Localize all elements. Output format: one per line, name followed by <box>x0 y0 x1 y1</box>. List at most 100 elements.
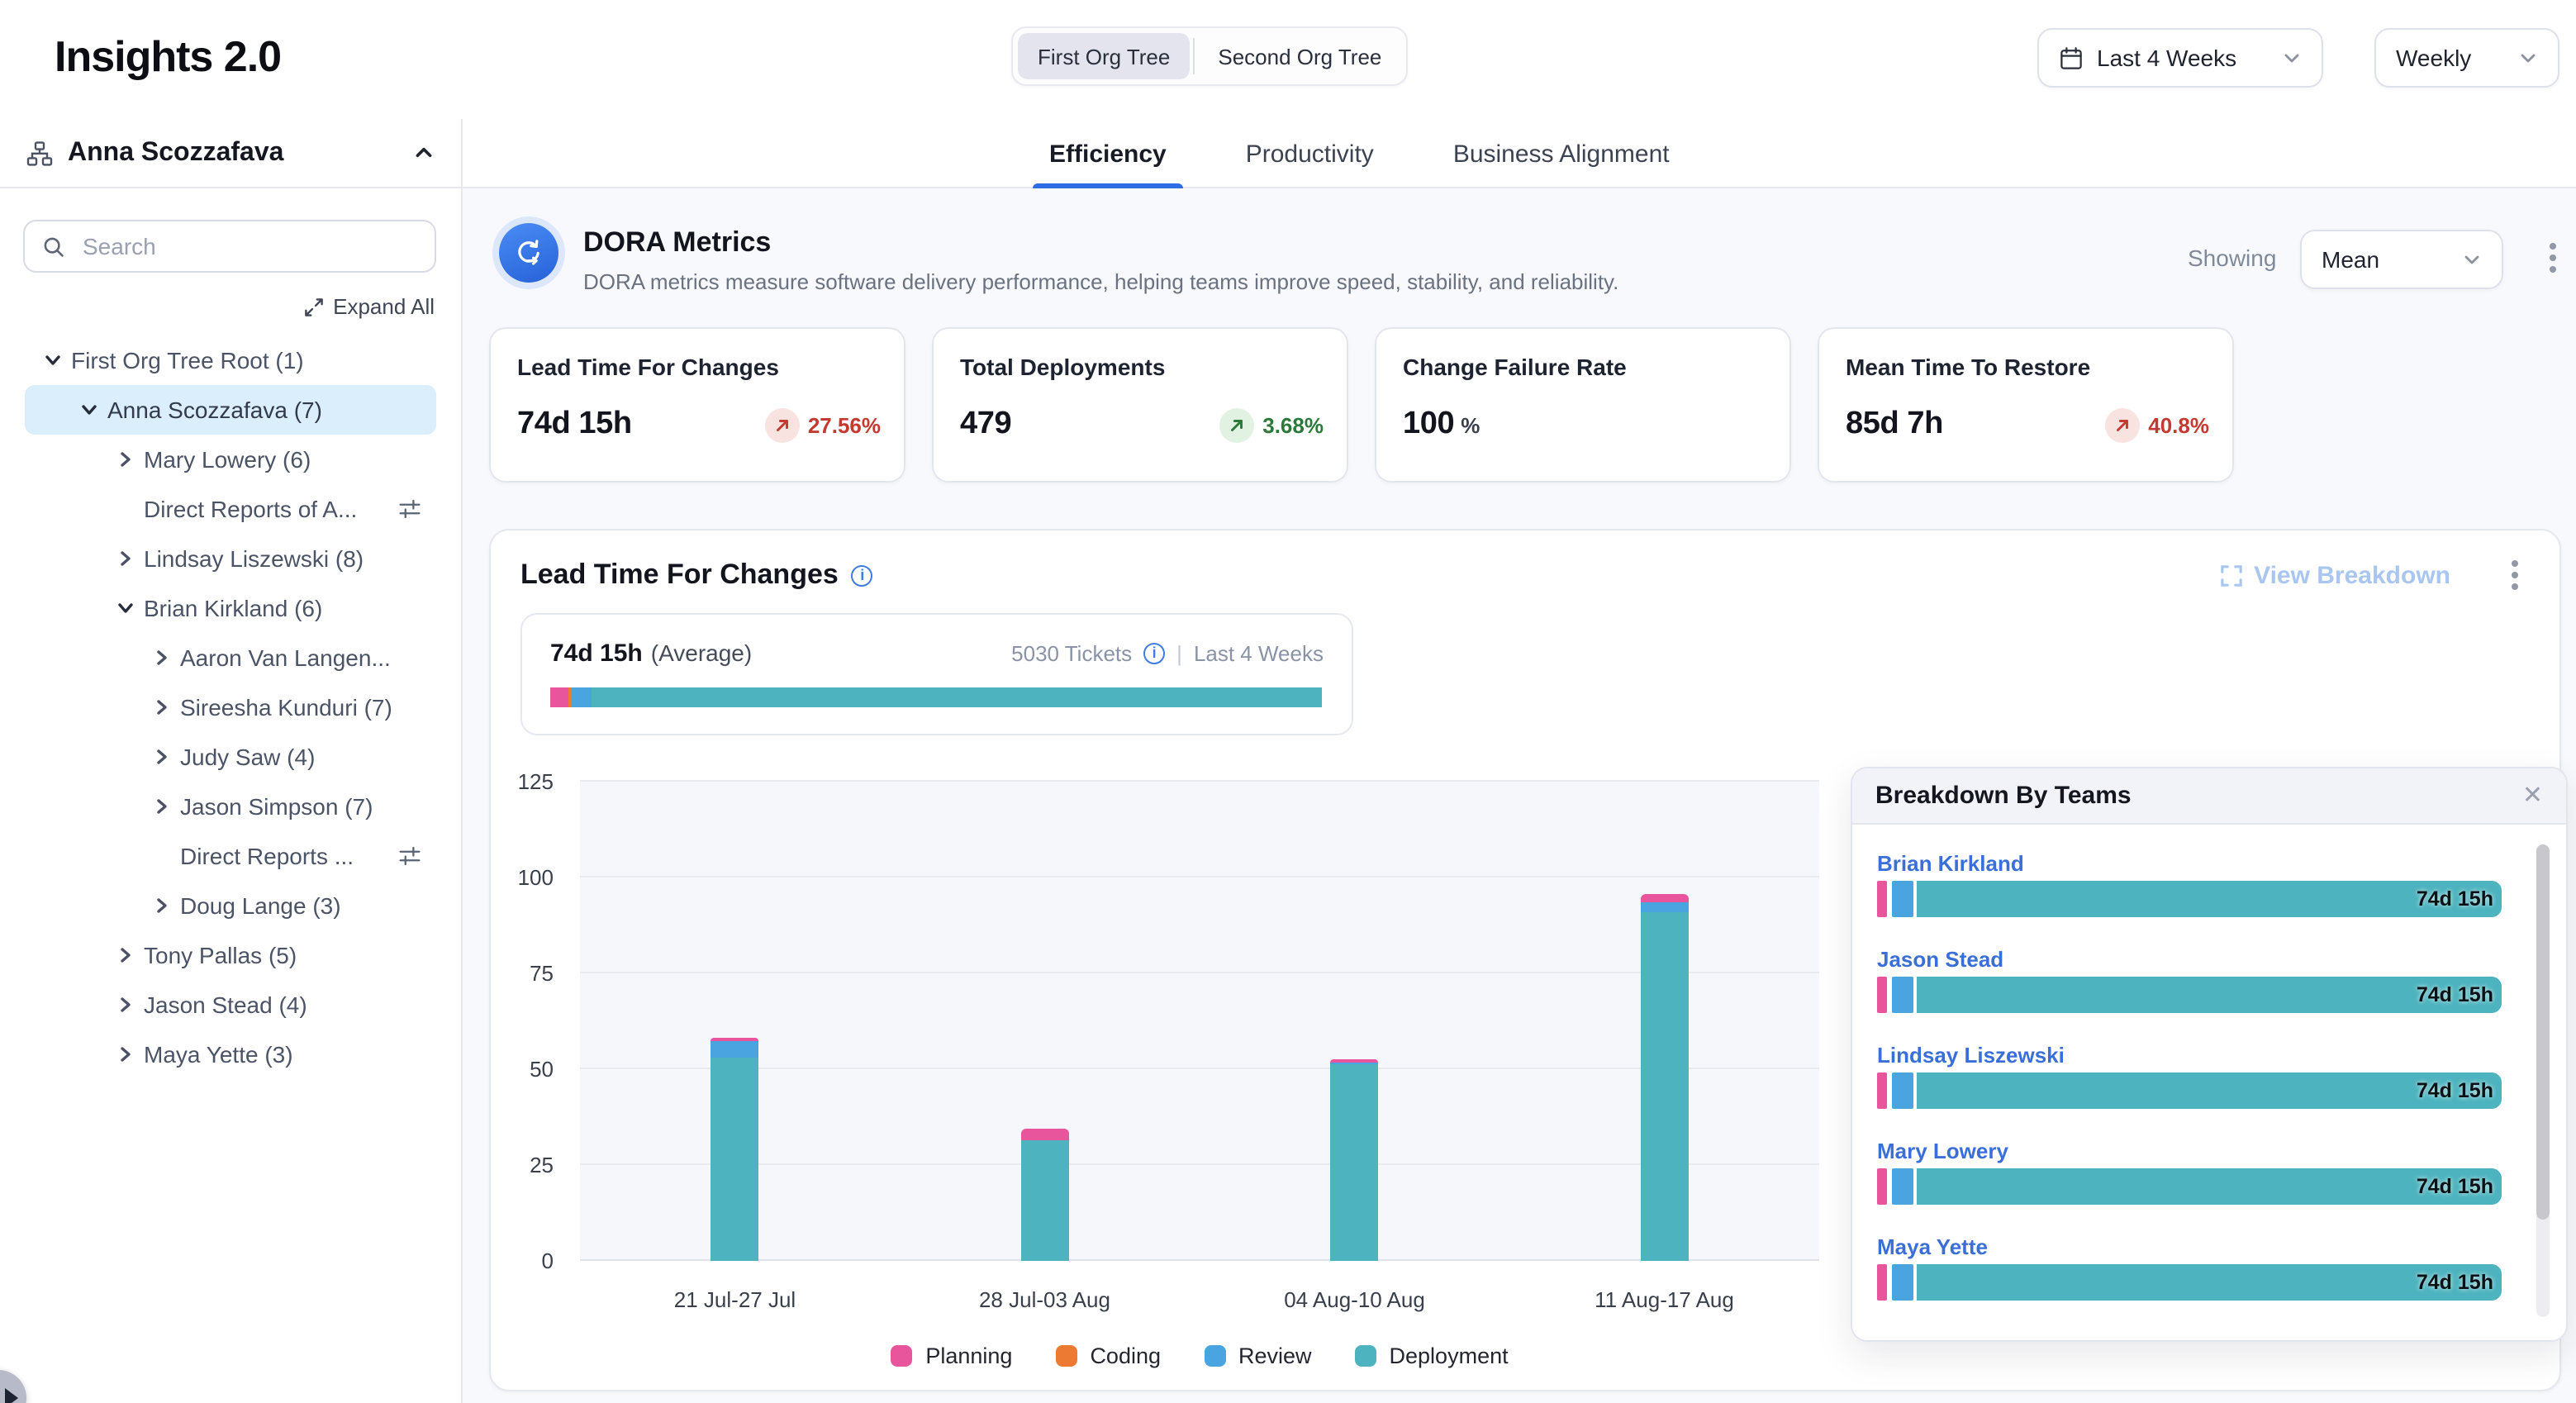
team-name-link[interactable]: Brian Kirkland <box>1877 851 2024 876</box>
tab-business-alignment[interactable]: Business Alignment <box>1437 119 1686 188</box>
trend-up-arrow-icon <box>1219 407 1254 442</box>
team-name-link[interactable]: Mary Lowery <box>1877 1139 2008 1163</box>
team-name-link[interactable]: Jason Stead <box>1877 947 2003 972</box>
close-icon[interactable]: ✕ <box>2522 783 2543 808</box>
bar-28-jul-03-aug[interactable] <box>1021 1129 1069 1261</box>
tree-item-first-org-tree-root-1[interactable]: First Org Tree Root (1) <box>25 335 436 385</box>
metric-card-title: Lead Time For Changes <box>517 354 877 380</box>
bar-21-jul-27-jul[interactable] <box>711 1038 759 1261</box>
metric-card-title: Change Failure Rate <box>1403 354 1763 380</box>
team-lead-time-bar[interactable]: 74d 15h <box>1877 1264 2502 1301</box>
date-range-value: Last 4 Weeks <box>2097 45 2236 71</box>
chevron-right-icon[interactable] <box>114 550 137 567</box>
metric-card-total-deployments: Total Deployments4793.68% <box>932 327 1348 483</box>
granularity-select[interactable]: Weekly <box>2374 28 2559 88</box>
filter-sliders-icon[interactable] <box>398 844 421 868</box>
y-tick-label: 100 <box>518 865 554 890</box>
legend-swatch <box>1355 1345 1376 1367</box>
tree-item-mary-lowery-6[interactable]: Mary Lowery (6) <box>25 435 436 484</box>
team-lead-time-bar[interactable]: 74d 15h <box>1877 1168 2502 1205</box>
tree-item-brian-kirkland-6[interactable]: Brian Kirkland (6) <box>25 583 436 633</box>
lead-time-kebab-menu[interactable] <box>2500 554 2530 597</box>
tree-item-aaron-van-langen[interactable]: Aaron Van Langen... <box>25 633 436 682</box>
info-icon[interactable]: i <box>852 564 873 586</box>
bar-04-aug-10-aug[interactable] <box>1331 1059 1379 1261</box>
chevron-right-icon[interactable] <box>114 996 137 1013</box>
bar-segment-review <box>1641 903 1689 912</box>
legend-swatch <box>1055 1345 1077 1367</box>
chart-x-axis: 21 Jul-27 Jul28 Jul-03 Aug04 Aug-10 Aug1… <box>580 1287 1819 1314</box>
showing-value: Mean <box>2322 246 2379 273</box>
gridline <box>580 1163 1819 1165</box>
chevron-right-icon[interactable] <box>150 649 173 666</box>
chart-legend: Planning Coding Review Deployment <box>580 1344 1819 1368</box>
legend-item-coding[interactable]: Coding <box>1055 1344 1161 1368</box>
tree-item-lindsay-liszewski-8[interactable]: Lindsay Liszewski (8) <box>25 534 436 583</box>
legend-swatch <box>1204 1345 1225 1367</box>
tab-productivity[interactable]: Productivity <box>1229 119 1390 188</box>
panel-scrollbar-thumb[interactable] <box>2536 844 2550 1220</box>
dora-kebab-menu[interactable] <box>2538 236 2568 279</box>
bar-segment-deployment <box>1021 1140 1069 1261</box>
filter-sliders-icon[interactable] <box>398 497 421 521</box>
legend-label: Review <box>1238 1344 1312 1368</box>
chevron-right-icon[interactable] <box>150 798 173 815</box>
chevron-down-icon[interactable] <box>41 352 64 369</box>
legend-item-deployment[interactable]: Deployment <box>1355 1344 1509 1368</box>
toggle-second-org-tree[interactable]: Second Org Tree <box>1198 33 1401 79</box>
gridline <box>580 876 1819 877</box>
chevron-right-icon[interactable] <box>150 897 173 914</box>
sidebar-expand-handle[interactable] <box>0 1370 26 1403</box>
legend-swatch <box>891 1345 912 1367</box>
tree-item-jason-stead-4[interactable]: Jason Stead (4) <box>25 980 436 1030</box>
showing-select[interactable]: Mean <box>2300 230 2503 289</box>
tree-item-label: Direct Reports of A... <box>144 496 357 522</box>
date-range-select[interactable]: Last 4 Weeks <box>2037 28 2323 88</box>
expand-corners-icon <box>2221 564 2242 586</box>
legend-item-review[interactable]: Review <box>1204 1344 1312 1368</box>
insights-app: Insights 2.0 First Org Tree Second Org T… <box>0 0 2576 1403</box>
chevron-right-icon[interactable] <box>114 451 137 468</box>
chevron-right-icon[interactable] <box>150 749 173 765</box>
lead-time-summary: 74d 15h (Average) 5030 Tickets i | Last … <box>520 613 1353 735</box>
tree-item-jason-simpson-7[interactable]: Jason Simpson (7) <box>25 782 436 831</box>
tree-item-direct-reports-of-a[interactable]: Direct Reports of A... <box>25 484 436 534</box>
info-icon[interactable]: i <box>1143 643 1165 664</box>
team-lead-time-bar[interactable]: 74d 15h <box>1877 1072 2502 1109</box>
bar-11-aug-17-aug[interactable] <box>1641 895 1689 1261</box>
chevron-right-icon[interactable] <box>114 1046 137 1063</box>
tab-efficiency[interactable]: Efficiency <box>1033 119 1183 188</box>
summary-period: Last 4 Weeks <box>1194 641 1324 666</box>
lead-time-bar-chart <box>580 782 1819 1261</box>
chevron-down-icon[interactable] <box>78 402 101 418</box>
team-lead-time-bar[interactable]: 74d 15h <box>1877 977 2502 1013</box>
search-icon <box>41 234 66 259</box>
tree-item-tony-pallas-5[interactable]: Tony Pallas (5) <box>25 930 436 980</box>
tree-item-judy-saw-4[interactable]: Judy Saw (4) <box>25 732 436 782</box>
phase-segment-planning <box>1877 881 1887 917</box>
expand-all-button[interactable]: Expand All <box>303 294 435 319</box>
chevron-right-icon[interactable] <box>114 947 137 963</box>
team-name-link[interactable]: Maya Yette <box>1877 1234 1988 1259</box>
metric-card-change-failure-rate: Change Failure Rate100% <box>1375 327 1791 483</box>
toggle-first-org-tree[interactable]: First Org Tree <box>1018 33 1190 79</box>
view-breakdown-button[interactable]: View Breakdown <box>2221 561 2450 589</box>
chevron-right-icon[interactable] <box>150 699 173 716</box>
chevron-down-icon[interactable] <box>114 600 137 616</box>
tree-item-maya-yette-3[interactable]: Maya Yette (3) <box>25 1030 436 1079</box>
calendar-icon <box>2059 45 2084 70</box>
search-input[interactable] <box>79 231 418 261</box>
lead-time-title: Lead Time For Changes <box>520 559 839 592</box>
phase-segment-deployment <box>1917 977 2502 1013</box>
tree-item-sireesha-kunduri-7[interactable]: Sireesha Kunduri (7) <box>25 682 436 732</box>
sidebar-collapse-chevron-up-icon[interactable] <box>413 142 435 164</box>
gridline <box>580 780 1819 782</box>
team-name-link[interactable]: Lindsay Liszewski <box>1877 1043 2065 1068</box>
team-lead-time-bar[interactable]: 74d 15h <box>1877 881 2502 917</box>
legend-item-planning[interactable]: Planning <box>891 1344 1012 1368</box>
tree-item-label: Lindsay Liszewski (8) <box>144 545 364 572</box>
tree-item-anna-scozzafava-7[interactable]: Anna Scozzafava (7) <box>25 385 436 435</box>
tree-item-direct-reports[interactable]: Direct Reports ... <box>25 831 436 881</box>
phase-segment-review <box>1892 977 1913 1013</box>
tree-item-doug-lange-3[interactable]: Doug Lange (3) <box>25 881 436 930</box>
